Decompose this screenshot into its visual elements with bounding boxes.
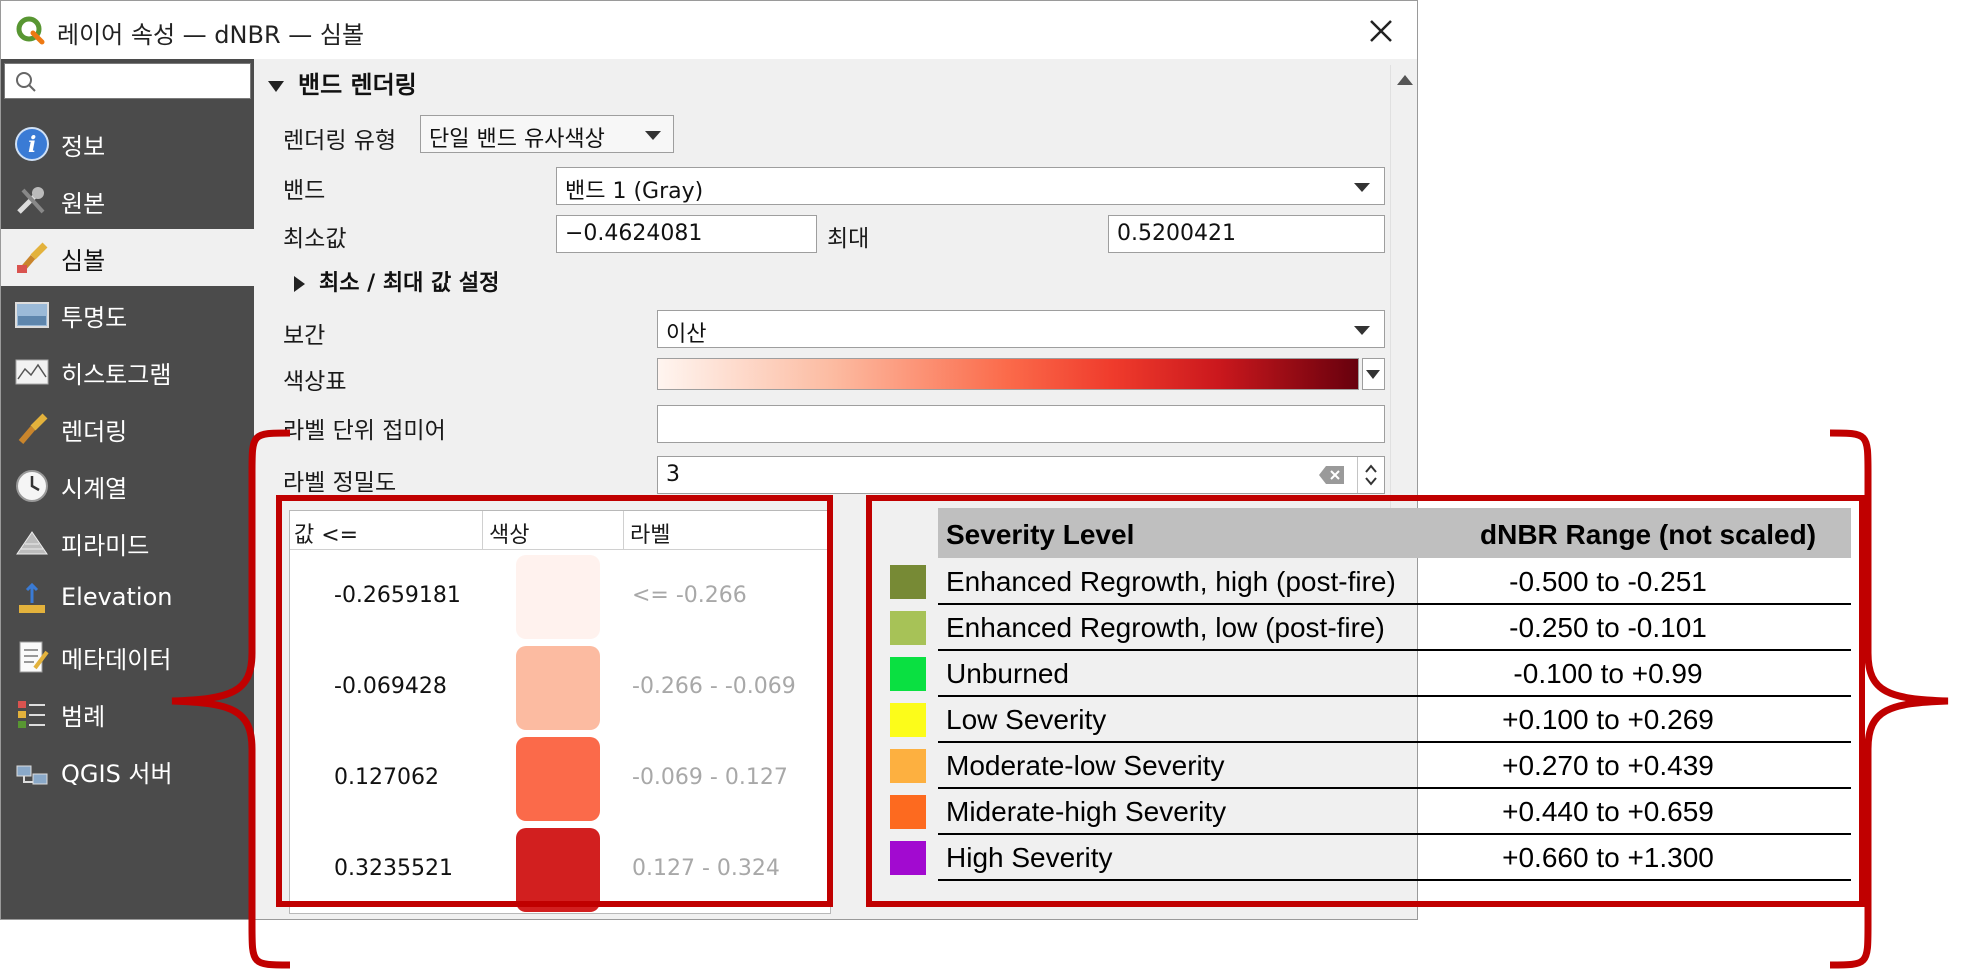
severity-swatch: [890, 611, 926, 645]
search-input[interactable]: [45, 68, 245, 96]
min-input[interactable]: −0.4624081: [556, 215, 817, 253]
search-field[interactable]: [4, 63, 251, 99]
band-rendering-section[interactable]: 밴드 렌더링: [268, 65, 417, 100]
info-icon: i: [15, 127, 49, 161]
table-row: Enhanced Regrowth, high (post-fire) -0.5…: [878, 559, 1853, 605]
rendering-brush-icon: [18, 413, 48, 444]
color-ramp-button[interactable]: [657, 358, 1359, 390]
sidebar-item-transparency[interactable]: 투명도: [1, 286, 254, 343]
interpolation-label: 보간: [283, 323, 326, 349]
legend-icon: [18, 701, 45, 728]
minmax-settings-section[interactable]: 최소 / 최대 값 설정: [294, 265, 499, 297]
table-row: Enhanced Regrowth, low (post-fire) -0.25…: [878, 605, 1853, 651]
render-type-label: 렌더링 유형: [283, 128, 397, 154]
severity-swatch: [890, 795, 926, 829]
interpolation-select[interactable]: 이산: [657, 310, 1385, 348]
scroll-up-icon[interactable]: [1397, 75, 1413, 85]
table-row: Moderate-low Severity +0.270 to +0.439: [878, 743, 1853, 789]
render-type-select[interactable]: 단일 밴드 유사색상: [420, 115, 674, 153]
sidebar-item-info[interactable]: i 정보: [1, 115, 254, 172]
svg-text:i: i: [28, 132, 36, 158]
collapse-arrow-icon: [268, 80, 284, 92]
severity-swatch: [890, 841, 926, 875]
table-row: Miderate-high Severity +0.440 to +0.659: [878, 789, 1853, 835]
header-severity-level: Severity Level: [946, 519, 1135, 550]
header-dnbr-range: dNBR Range (not scaled): [1480, 519, 1817, 550]
elevation-icon: [19, 582, 45, 613]
chevron-down-icon: [1354, 183, 1370, 192]
sidebar-item-source[interactable]: 원본: [1, 172, 254, 229]
clock-icon: [16, 470, 48, 502]
color-ramp-label: 색상표: [283, 369, 347, 395]
sidebar-item-symbology[interactable]: 심볼: [1, 229, 254, 286]
table-row: High Severity +0.660 to +1.300: [878, 835, 1853, 881]
table-row: Unburned -0.100 to +0.99: [878, 651, 1853, 697]
server-icon: [16, 765, 48, 785]
transparency-icon: [15, 302, 49, 328]
band-label: 밴드: [283, 178, 326, 204]
max-label: 최대: [827, 226, 870, 252]
pyramid-icon: [16, 531, 48, 555]
chevron-down-icon: [1354, 326, 1370, 335]
max-input[interactable]: 0.5200421: [1108, 215, 1385, 253]
close-icon[interactable]: [1361, 11, 1401, 51]
qgis-logo-icon: [16, 16, 45, 45]
symbology-brush-icon: [17, 242, 48, 273]
color-ramp-menu-button[interactable]: [1362, 358, 1385, 390]
chevron-down-icon: [645, 131, 661, 140]
severity-table: Severity Level dNBR Range (not scaled) E…: [878, 508, 1853, 890]
search-icon: [16, 72, 36, 92]
severity-swatch: [890, 703, 926, 737]
severity-swatch: [890, 565, 926, 599]
metadata-icon: [19, 641, 49, 673]
histogram-icon: [15, 359, 49, 385]
source-tools-icon: [17, 187, 45, 214]
band-select[interactable]: 밴드 1 (Gray): [556, 167, 1385, 205]
title-bar: 레이어 속성 — dNBR — 심볼: [1, 1, 1417, 60]
severity-swatch: [890, 749, 926, 783]
chevron-down-icon: [1366, 370, 1380, 379]
table-row: Low Severity +0.100 to +0.269: [878, 697, 1853, 743]
severity-table-header: Severity Level dNBR Range (not scaled): [938, 508, 1851, 558]
severity-swatch: [890, 657, 926, 691]
sidebar-item-histogram[interactable]: 히스토그램: [1, 343, 254, 400]
window-title: 레이어 속성 — dNBR — 심볼: [57, 21, 365, 49]
min-label: 최소값: [283, 226, 347, 252]
expand-arrow-icon: [294, 276, 305, 292]
